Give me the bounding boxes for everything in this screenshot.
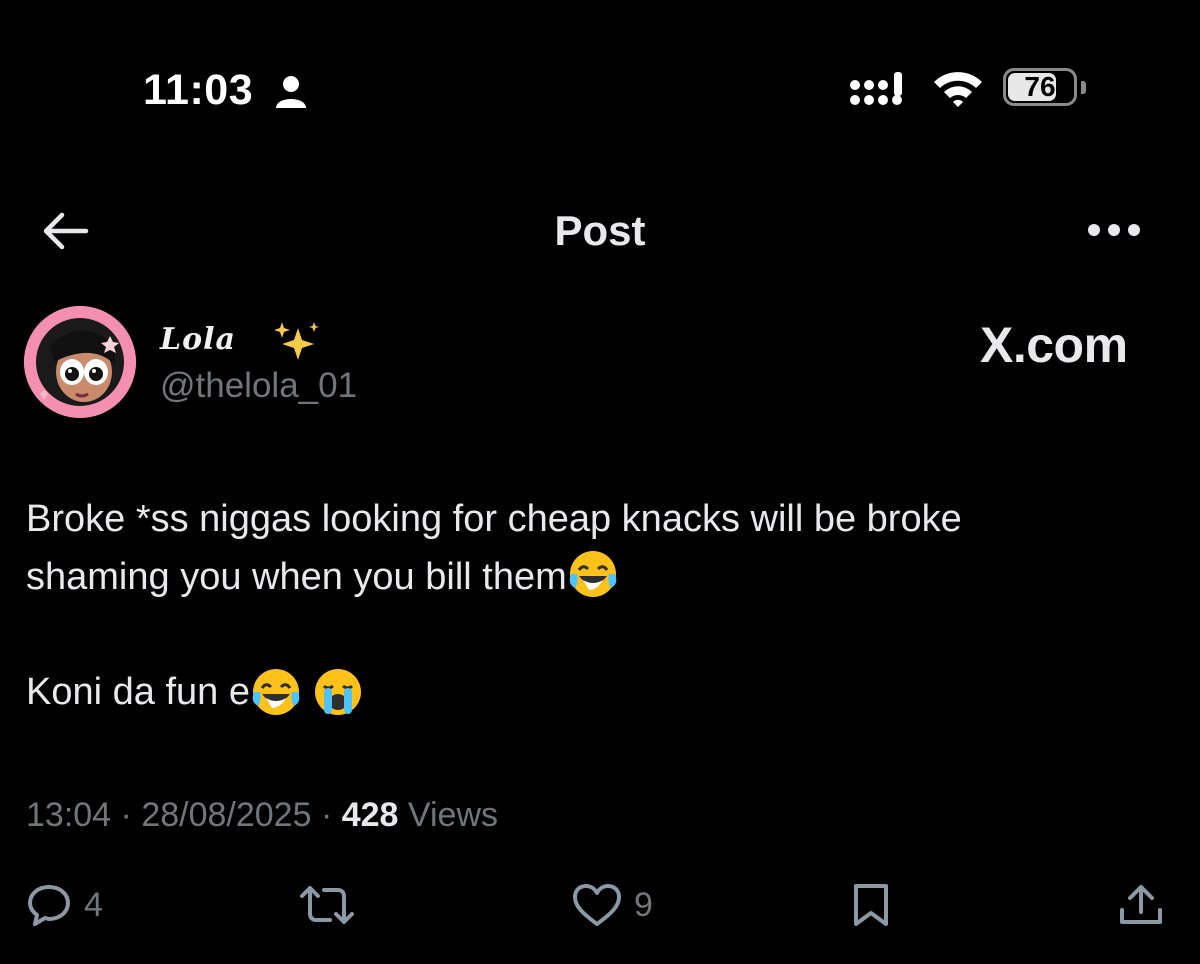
post-line-1: Broke *ss niggas looking for cheap knack…: [26, 498, 962, 540]
like-icon: [573, 884, 621, 926]
avatar[interactable]: [24, 306, 136, 418]
wifi-icon: [934, 72, 982, 107]
person-icon: [276, 76, 306, 108]
post-date: 28/08/2025: [141, 796, 312, 834]
more-options-icon[interactable]: [1086, 222, 1142, 238]
post-time: 13:04: [26, 796, 112, 834]
battery-cap: [1081, 81, 1086, 94]
meta-separator: ·: [320, 796, 333, 834]
cellular-signal-icon: [850, 72, 902, 105]
bookmark-icon: [854, 884, 888, 926]
repost-icon: [300, 886, 354, 924]
post-line-2: shaming you when you bill them: [26, 548, 1146, 606]
battery-icon: 76: [1003, 68, 1077, 106]
share-button[interactable]: [1118, 880, 1164, 930]
views-label: Views: [407, 796, 499, 834]
post-meta: 13:04 · 28/08/2025 · 428 Views: [26, 796, 498, 835]
battery-percentage: 76: [1024, 71, 1056, 102]
status-time: 11:03: [143, 66, 254, 114]
post-text: Broke *ss niggas looking for cheap knack…: [26, 490, 1146, 606]
repost-button[interactable]: [298, 880, 368, 930]
views-count[interactable]: 428: [342, 796, 399, 834]
watermark-logo: X.com: [980, 317, 1128, 373]
face-with-tears-of-joy-icon: [569, 550, 617, 597]
page-title: Post: [554, 207, 646, 254]
share-icon: [1120, 885, 1162, 924]
loudly-crying-face-icon: [314, 669, 361, 715]
reply-count: 4: [84, 885, 103, 924]
post-line-2-text: shaming you when you bill them: [26, 556, 567, 598]
author-display-name[interactable]: Lola: [160, 322, 236, 357]
face-with-tears-of-joy-icon: [252, 669, 300, 715]
author-handle[interactable]: @thelola_01: [160, 366, 357, 406]
like-count: 9: [634, 885, 653, 924]
bookmark-button[interactable]: [848, 880, 894, 930]
sparkles-icon: [274, 322, 319, 360]
post-line-3: Koni da fun e: [26, 666, 364, 718]
reply-icon: [28, 885, 70, 926]
like-button[interactable]: 9: [572, 880, 653, 930]
meta-separator: ·: [120, 796, 132, 834]
reply-button[interactable]: 4: [26, 880, 103, 930]
avatar-illustration: [24, 306, 136, 418]
post-line-3-text: Koni da fun e: [26, 670, 250, 713]
